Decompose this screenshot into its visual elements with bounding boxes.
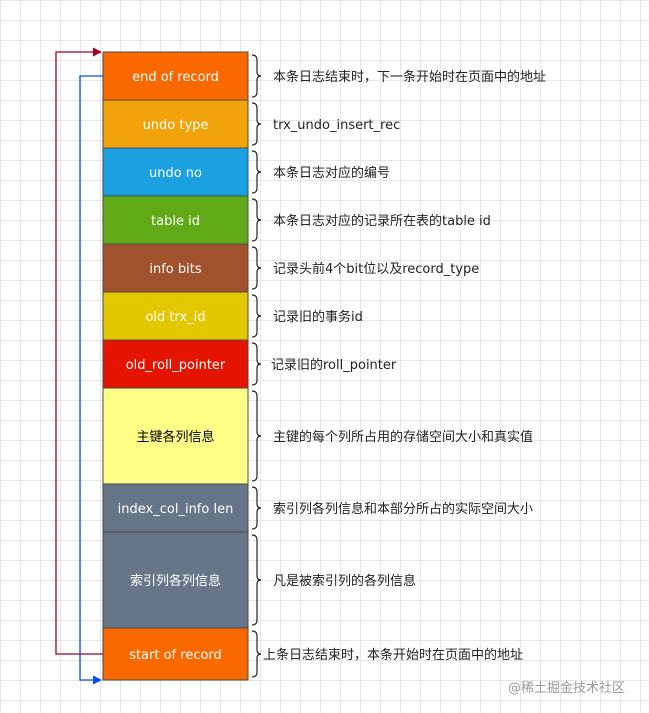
brace [251,54,262,98]
brace [251,390,262,482]
field-label: old trx_id [145,310,205,325]
field-description: 索引列各列信息和本部分所占的实际空间大小 [273,501,533,517]
field-label: undo type [143,118,209,133]
brace [251,486,262,530]
brace [251,102,262,146]
field-label: 主键各列信息 [136,429,214,445]
brace [251,534,262,626]
brace [251,150,262,194]
field-label: end of record [132,70,219,85]
field-description: 记录旧的roll_pointer [271,357,397,373]
field-description: 本条日志结束时，下一条开始时在页面中的地址 [273,69,546,85]
field-description: 本条日志对应的记录所在表的table id [273,213,491,229]
field-description: 上条日志结束时，本条开始时在页面中的地址 [263,647,523,663]
pointer-arrow-to-start-of-record [79,75,103,685]
brace [251,198,262,242]
brace [251,294,262,338]
field-description: 主键的每个列所占用的存储空间大小和真实值 [273,429,533,445]
field-description: 凡是被索引列的各列信息 [273,573,416,589]
brace [251,342,262,386]
field-label: old_roll_pointer [126,358,226,373]
field-label: start of record [129,648,222,663]
field-description: 记录头前4个bit位以及record_type [273,261,479,277]
watermark: @稀土掘金技术社区 [508,680,625,696]
field-description: 记录旧的事务id [273,309,363,325]
field-description: trx_undo_insert_rec [273,118,400,133]
field-label: 索引列各列信息 [130,573,221,589]
undo-log-diagram: end of record undo type undo no table id inf… [55,47,625,696]
brace [251,630,262,678]
field-label: table id [151,214,200,229]
field-label: index_col_info len [118,502,234,517]
brace [251,246,262,290]
field-label: info bits [149,262,201,277]
field-label: undo no [149,166,202,181]
field-description: 本条日志对应的编号 [273,165,390,181]
